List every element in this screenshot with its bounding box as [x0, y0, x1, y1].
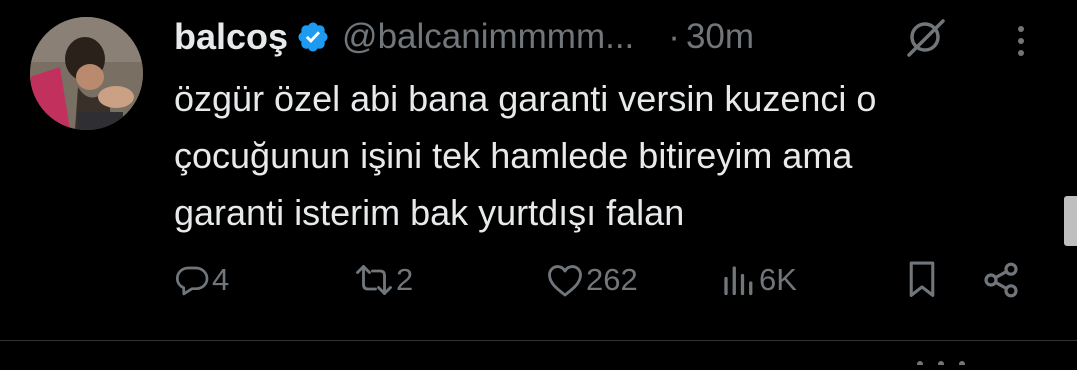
grok-icon[interactable] [903, 15, 947, 59]
bookmark-button[interactable] [904, 256, 940, 304]
handle[interactable]: @balcanimmmm... [342, 17, 634, 57]
heart-icon [546, 262, 584, 298]
reply-icon [174, 262, 210, 298]
verified-badge-icon[interactable] [296, 20, 330, 54]
scrollbar[interactable] [1064, 196, 1077, 246]
reply-count: 4 [212, 262, 230, 297]
divider [0, 340, 1077, 341]
tweet-text-line: özgür özel abi bana garanti versin kuzen… [174, 78, 877, 119]
tweet-text-line: çocuğunun işini tek hamlede bitireyim am… [174, 135, 853, 176]
display-name[interactable]: balcoş [174, 16, 288, 58]
views-button[interactable]: 6K [719, 256, 797, 304]
bookmark-icon [904, 260, 940, 300]
views-count: 6K [759, 262, 797, 297]
tweet-header: balcoş @balcanimmmm... · 30m [174, 14, 754, 60]
views-chart-icon [719, 262, 757, 298]
reply-button[interactable]: 4 [174, 256, 229, 304]
repost-icon [354, 262, 394, 298]
share-icon [981, 260, 1021, 300]
separator-dot: · [668, 17, 680, 56]
share-button[interactable] [981, 256, 1021, 304]
like-count: 262 [586, 262, 638, 297]
repost-count: 2 [396, 262, 414, 297]
like-button[interactable]: 262 [546, 256, 638, 304]
timestamp[interactable]: 30m [686, 17, 754, 57]
tweet[interactable]: balcoş @balcanimmmm... · 30m özgür özel … [0, 0, 1077, 340]
repost-button[interactable]: 2 [354, 256, 413, 304]
avatar[interactable] [30, 17, 143, 130]
more-options-icon[interactable] [912, 352, 970, 367]
tweet-text-line: garanti isterim bak yurtdışı falan [174, 192, 685, 233]
more-options-icon[interactable] [1008, 21, 1034, 61]
tweet-text: özgür özel abi bana garanti versin kuzen… [174, 70, 1034, 241]
